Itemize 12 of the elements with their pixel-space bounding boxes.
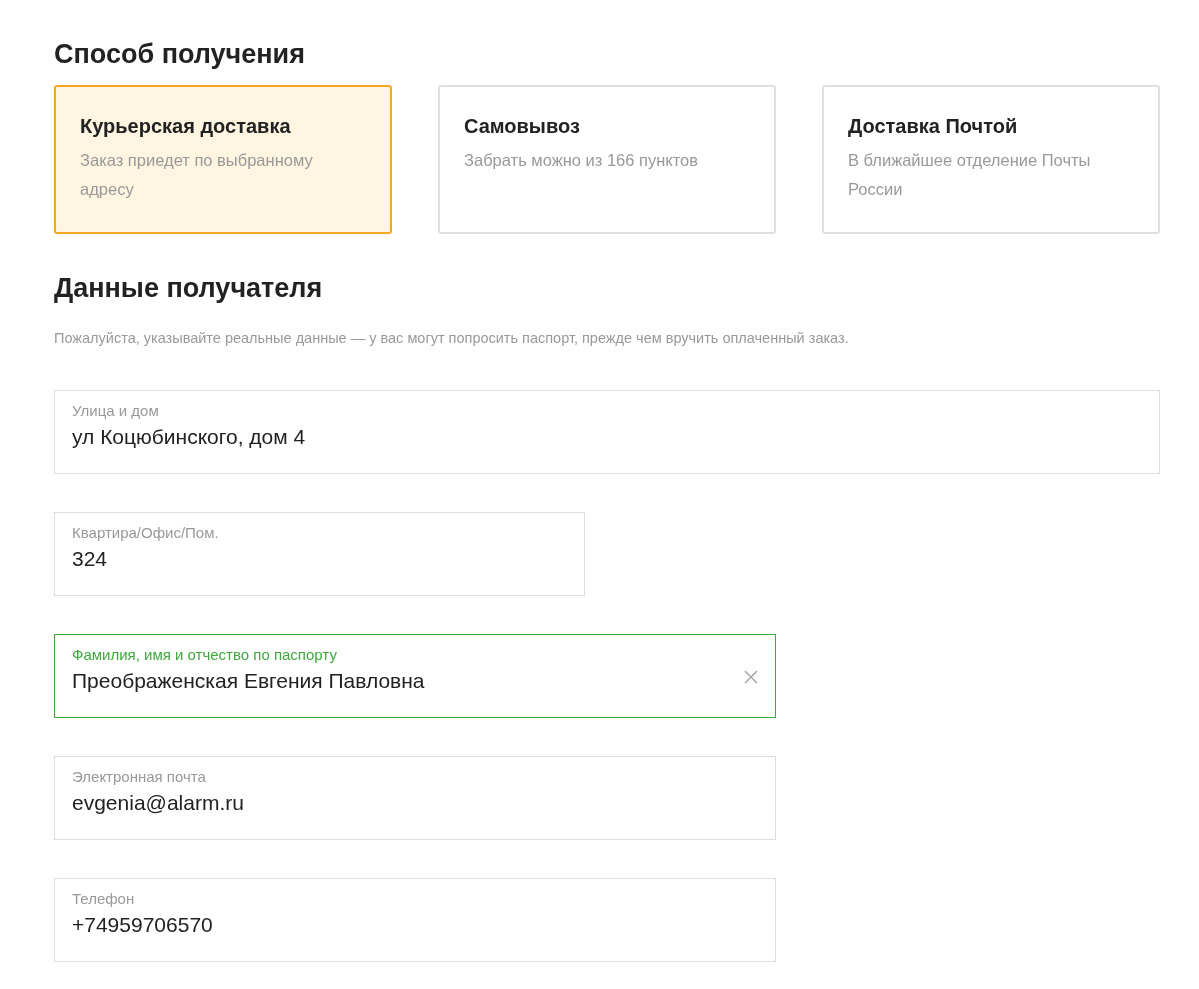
input-field[interactable]: Электронная почта evgenia@alarm.ru: [54, 756, 776, 840]
input-field[interactable]: Улица и дом ул Коцюбинского, дом 4: [54, 390, 1160, 474]
delivery-option-card[interactable]: Доставка Почтой В ближайшее отделение Почты России: [822, 85, 1160, 234]
input-field[interactable]: Телефон +74959706570: [54, 878, 776, 962]
clear-icon[interactable]: [744, 670, 758, 684]
note-text: Пожалуйста, указывайте реальные данные — у вас могут попросить паспорт, прежде чем вручить оплаченный заказ.: [54, 330, 850, 346]
section-title: Данные получателя: [54, 272, 324, 304]
input-field[interactable]: Квартира/Офис/Пом. 324: [54, 512, 585, 596]
delivery-option-card[interactable]: Курьерская доставка Заказ приедет по выбранному адресу: [54, 85, 392, 234]
delivery-option-card[interactable]: Самовывоз Забрать можно из 166 пунктов: [438, 85, 776, 234]
section-title: Способ получения: [54, 38, 306, 70]
input-field[interactable]: Фамилия, имя и отчество по паспорту Преображенская Евгения Павловна: [54, 634, 776, 718]
